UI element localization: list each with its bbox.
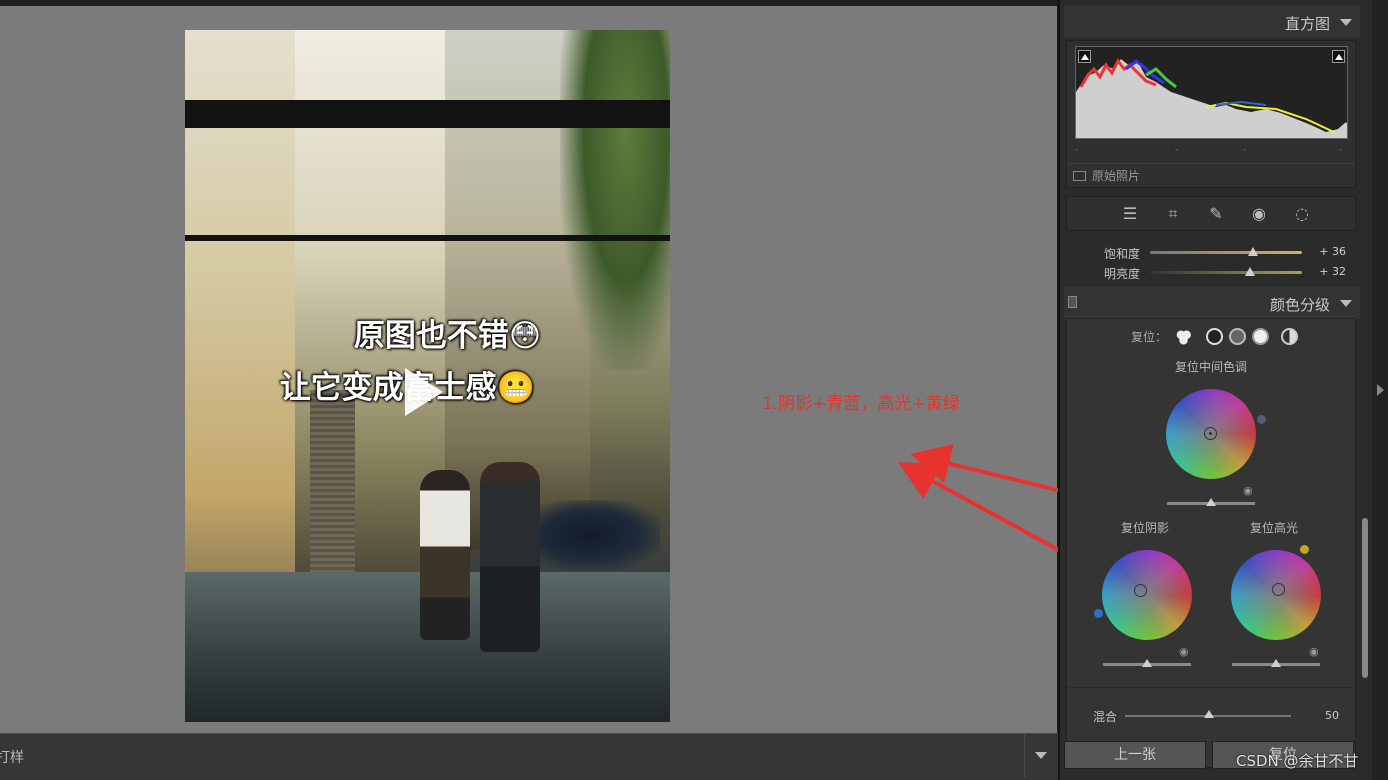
scrollbar-thumb[interactable]: [1362, 518, 1368, 678]
highlight-clipping-icon[interactable]: [1332, 50, 1345, 63]
saturation-slider[interactable]: 饱和度 + 36: [1066, 243, 1356, 261]
shadow-clipping-icon[interactable]: [1078, 50, 1091, 63]
eye-icon[interactable]: ◉: [1309, 645, 1319, 658]
photo-preview[interactable]: 原图也不错😳 让它变成富士感😬: [185, 30, 670, 722]
softproof-label[interactable]: 打样: [0, 747, 24, 767]
shadows-hue-dot[interactable]: [1094, 609, 1103, 618]
color-grading-title: 颜色分级: [1269, 296, 1330, 314]
wheel-handle[interactable]: [1272, 583, 1285, 596]
right-edge: [1372, 0, 1388, 780]
photo-shutter: [310, 390, 355, 590]
play-icon[interactable]: [405, 368, 443, 416]
photo-person-2: [480, 462, 540, 652]
highlights-view-icon[interactable]: [1252, 328, 1269, 345]
wheel-handle[interactable]: [1134, 584, 1147, 597]
heal-icon[interactable]: ✎: [1205, 203, 1227, 225]
global-view-icon[interactable]: [1281, 328, 1298, 345]
saturation-thumb[interactable]: [1248, 247, 1258, 256]
eye-icon[interactable]: ◉: [1179, 645, 1189, 658]
luminance-slider[interactable]: 明亮度 + 32: [1066, 263, 1356, 281]
shadows-label[interactable]: 复位阴影: [1121, 519, 1169, 536]
chevron-down-icon: [1035, 752, 1047, 759]
shadows-wheel[interactable]: [1102, 550, 1192, 640]
histogram-ticks: ----: [1075, 145, 1343, 155]
original-photo-toggle[interactable]: 原始照片: [1073, 167, 1140, 184]
histogram-header[interactable]: 直方图: [1064, 6, 1360, 38]
blend-thumb[interactable]: [1204, 710, 1214, 718]
collapse-icon[interactable]: [1340, 300, 1352, 307]
midtones-luminance-thumb[interactable]: [1206, 498, 1216, 506]
luminance-thumb[interactable]: [1245, 267, 1255, 276]
original-photo-label: 原始照片: [1092, 169, 1141, 183]
photo-person-1: [420, 470, 470, 640]
develop-right-panel: 直方图 ---- 原始照片 ☰ ⌗ ✎ ◉ ◌ 饱和度 + 36 明亮度 + 3…: [1058, 0, 1372, 780]
saturation-value[interactable]: + 36: [1319, 245, 1346, 258]
histogram-graph: [1075, 46, 1348, 139]
watermark: CSDN @余甘不甘: [1236, 752, 1359, 770]
midtones-hue-dot[interactable]: [1257, 415, 1266, 424]
shadows-view-icon[interactable]: [1206, 328, 1223, 345]
wheel-center: [1209, 432, 1212, 435]
photo-caption-line1: 原图也不错😳: [353, 318, 542, 354]
histogram-curve: [1076, 58, 1347, 138]
panel-scrollbar[interactable]: [1361, 10, 1369, 770]
crop-icon[interactable]: ⌗: [1162, 203, 1184, 225]
midtones-view-icon[interactable]: [1229, 328, 1246, 345]
radial-filter-icon[interactable]: ◌: [1291, 203, 1313, 225]
luminance-label: 明亮度: [1103, 267, 1140, 281]
highlights-luminance-thumb[interactable]: [1271, 659, 1281, 667]
expand-panel-icon[interactable]: [1377, 384, 1384, 396]
histogram-title: 直方图: [1284, 15, 1330, 33]
divider: [1067, 163, 1355, 164]
annotation-text: 1.阴影+青蓝，高光+黄绿: [762, 394, 960, 414]
redeye-icon[interactable]: ◉: [1248, 203, 1270, 225]
highlights-label[interactable]: 复位高光: [1250, 519, 1298, 536]
blend-value[interactable]: 50: [1325, 709, 1339, 722]
saturation-track[interactable]: [1150, 251, 1302, 254]
three-way-view-icon[interactable]: [1175, 328, 1192, 345]
highlights-hue-dot[interactable]: [1300, 545, 1309, 554]
collapse-icon[interactable]: [1340, 19, 1352, 26]
toolbar-dropdown[interactable]: [1024, 734, 1058, 778]
reset-label[interactable]: 复位：: [1131, 328, 1167, 345]
luminance-value[interactable]: + 32: [1319, 265, 1346, 278]
shadows-luminance-thumb[interactable]: [1142, 659, 1152, 667]
midtones-label[interactable]: 复位中间色调: [1175, 358, 1247, 375]
eye-icon[interactable]: ◉: [1243, 484, 1253, 497]
panel-toggle-icon[interactable]: [1068, 296, 1077, 308]
previous-button[interactable]: 上一张: [1064, 741, 1206, 769]
photo-cable: [185, 100, 670, 128]
histogram-panel: ---- 原始照片: [1066, 40, 1356, 188]
photo-cable: [185, 235, 670, 241]
blend-label: 混合: [1093, 710, 1118, 724]
sliders-icon[interactable]: ☰: [1119, 203, 1141, 225]
main-canvas: 原图也不错😳 让它变成富士感😬: [0, 0, 1057, 733]
highlights-wheel[interactable]: [1231, 550, 1321, 640]
bottom-toolbar: 打样: [0, 733, 1058, 780]
color-grading-header[interactable]: 颜色分级: [1064, 287, 1360, 319]
midtones-wheel[interactable]: [1166, 389, 1256, 479]
divider: [1067, 687, 1355, 688]
saturation-label: 饱和度: [1103, 247, 1140, 261]
luminance-track[interactable]: [1150, 271, 1302, 274]
checkbox-icon[interactable]: [1073, 170, 1086, 181]
tool-strip: ☰ ⌗ ✎ ◉ ◌: [1066, 196, 1356, 231]
photo-bikes: [520, 500, 660, 570]
color-grading-panel: 复位： 复位中间色调 ◉ 复位阴影 复位高光 ◉ ◉ 混合 50: [1066, 318, 1356, 768]
